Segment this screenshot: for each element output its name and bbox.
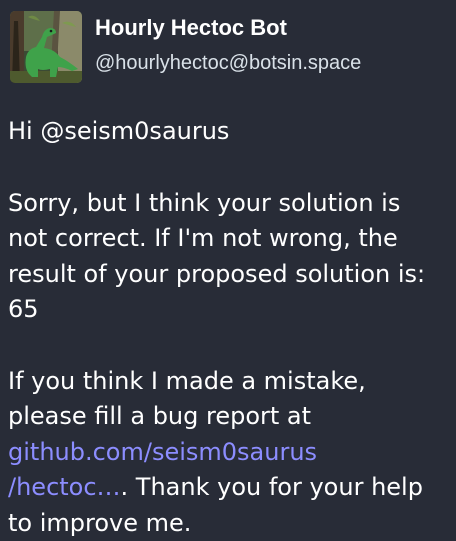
closing-tail-text: . Thank you for your help [121,473,423,501]
bug-report-link-continued[interactable]: /hectoc… [8,473,121,501]
closing-line: github.com/seism0saurus [8,435,453,471]
result-line: not correct. If I'm not wrong, the [8,221,453,257]
closing-line: If you think I made a mistake, [8,364,453,400]
status-post: Hourly Hectoc Bot @hourlyhectoc@botsin.s… [0,0,456,531]
author-display-name[interactable]: Hourly Hectoc Bot [95,15,287,41]
author-account-handle[interactable]: @hourlyhectoc@botsin.space [95,51,361,75]
bug-report-link[interactable]: github.com/seism0saurus [8,438,317,466]
closing-line: /hectoc…. Thank you for your help [8,470,453,506]
result-line: Sorry, but I think your solution is [8,186,453,222]
result-value: 65 [8,292,453,328]
greeting-paragraph: Hi @seism0saurus [8,114,453,150]
avatar[interactable] [10,11,82,83]
closing-paragraph: If you think I made a mistake, please fi… [8,364,453,541]
closing-line: to improve me. [8,506,453,541]
green-dinosaur-avatar-icon [10,11,82,83]
status-content: Hi @seism0saurus Sorry, but I think your… [8,114,453,541]
closing-line: please fill a bug report at [8,399,453,435]
greeting-text: Hi @seism0saurus [8,114,453,150]
result-line: result of your proposed solution is: [8,257,453,293]
result-paragraph: Sorry, but I think your solution is not … [8,186,453,328]
status-header: Hourly Hectoc Bot @hourlyhectoc@botsin.s… [10,11,450,83]
